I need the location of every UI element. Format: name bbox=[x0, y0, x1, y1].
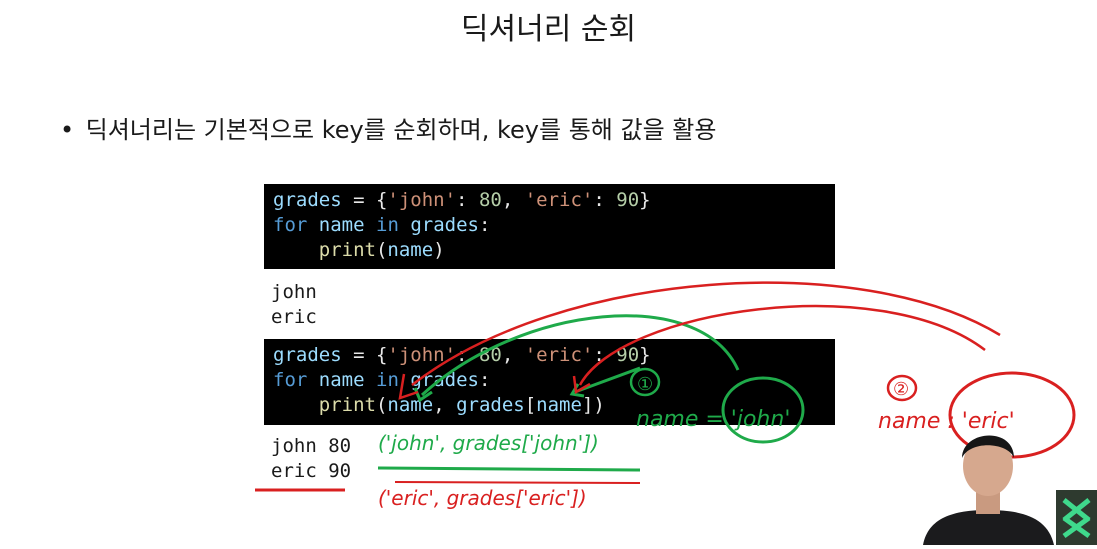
code-token: ( bbox=[375, 394, 388, 416]
code-line: for name in grades: bbox=[273, 213, 826, 238]
red-expr: ('eric', grades['eric']) bbox=[378, 486, 587, 510]
code-token: grades bbox=[273, 344, 342, 366]
code-token: in bbox=[376, 369, 399, 391]
output-line: eric bbox=[271, 306, 317, 328]
green-expr: ('john', grades['john']) bbox=[378, 431, 599, 455]
red-step-circle bbox=[886, 374, 918, 402]
code-token: grades bbox=[273, 189, 342, 211]
code-token: name bbox=[318, 369, 365, 391]
code-token: = { bbox=[341, 189, 388, 211]
code-block-1: grades = {'john': 80, 'eric': 90} for na… bbox=[264, 184, 835, 269]
code-token: 80 bbox=[478, 344, 502, 366]
channel-logo bbox=[1056, 490, 1097, 545]
output-line: john 80 bbox=[271, 435, 352, 457]
code-token: 'john' bbox=[387, 344, 457, 366]
code-token: 90 bbox=[616, 344, 640, 366]
code-line: grades = {'john': 80, 'eric': 90} bbox=[273, 343, 826, 368]
code-token: 'john' bbox=[387, 189, 457, 211]
code-token: } bbox=[639, 189, 651, 211]
code-token: } bbox=[639, 344, 651, 366]
slide-title: 딕셔너리 순회 bbox=[460, 12, 637, 47]
code-token: , bbox=[433, 394, 457, 416]
output-line: eric 90 bbox=[271, 460, 352, 482]
code-token: 80 bbox=[478, 189, 502, 211]
red-underline bbox=[394, 481, 641, 484]
code-token: : bbox=[478, 369, 491, 391]
code-line: grades = {'john': 80, 'eric': 90} bbox=[273, 188, 826, 213]
code-token: , bbox=[501, 189, 525, 211]
code-token: grades bbox=[410, 214, 479, 236]
code-line: print(name) bbox=[273, 238, 826, 263]
code-token: grades bbox=[410, 369, 479, 391]
code-token: print bbox=[318, 239, 376, 261]
code-block-2: grades = {'john': 80, 'eric': 90} for na… bbox=[264, 339, 835, 425]
code-token: in bbox=[376, 214, 399, 236]
code-token: 90 bbox=[616, 189, 640, 211]
code-token: ) bbox=[433, 239, 445, 261]
green-underline bbox=[377, 466, 641, 472]
code-token: name bbox=[318, 214, 365, 236]
code-token: name bbox=[387, 394, 434, 416]
code-token: : bbox=[478, 214, 491, 236]
code-token: 'eric' bbox=[524, 344, 594, 366]
bullet-text: 딕셔너리는 기본적으로 key를 순회하며, key를 통해 값을 활용 bbox=[85, 116, 717, 144]
code-token: : bbox=[593, 344, 617, 366]
bullet-dot: • bbox=[60, 116, 75, 144]
output-block-1: john eric bbox=[271, 280, 317, 330]
code-token: ]) bbox=[581, 394, 605, 416]
code-token: , bbox=[501, 344, 525, 366]
presenter-video bbox=[923, 435, 1054, 545]
code-token: name bbox=[387, 239, 434, 261]
red-step-label: ② bbox=[893, 379, 909, 400]
code-token: for bbox=[273, 369, 308, 391]
code-token: grades bbox=[456, 394, 525, 416]
logo-icon bbox=[1062, 498, 1091, 539]
bullet-point: • 딕셔너리는 기본적으로 key를 순회하며, key를 통해 값을 활용 bbox=[60, 110, 716, 145]
code-token: print bbox=[318, 394, 376, 416]
code-line: print(name, grades[name]) bbox=[273, 393, 826, 418]
code-token: for bbox=[273, 214, 308, 236]
code-token: : bbox=[456, 189, 479, 211]
code-token: [ bbox=[524, 394, 537, 416]
code-token: 'eric' bbox=[524, 189, 594, 211]
code-token: ( bbox=[375, 239, 388, 261]
output-block-2: john 80 eric 90 bbox=[271, 434, 351, 484]
output-line: john bbox=[271, 281, 317, 303]
code-token: : bbox=[593, 189, 617, 211]
presenter-body bbox=[923, 510, 1054, 545]
code-token: : bbox=[456, 344, 479, 366]
code-line: for name in grades: bbox=[273, 368, 826, 393]
code-token: name bbox=[536, 394, 582, 416]
code-token: = { bbox=[341, 344, 388, 366]
